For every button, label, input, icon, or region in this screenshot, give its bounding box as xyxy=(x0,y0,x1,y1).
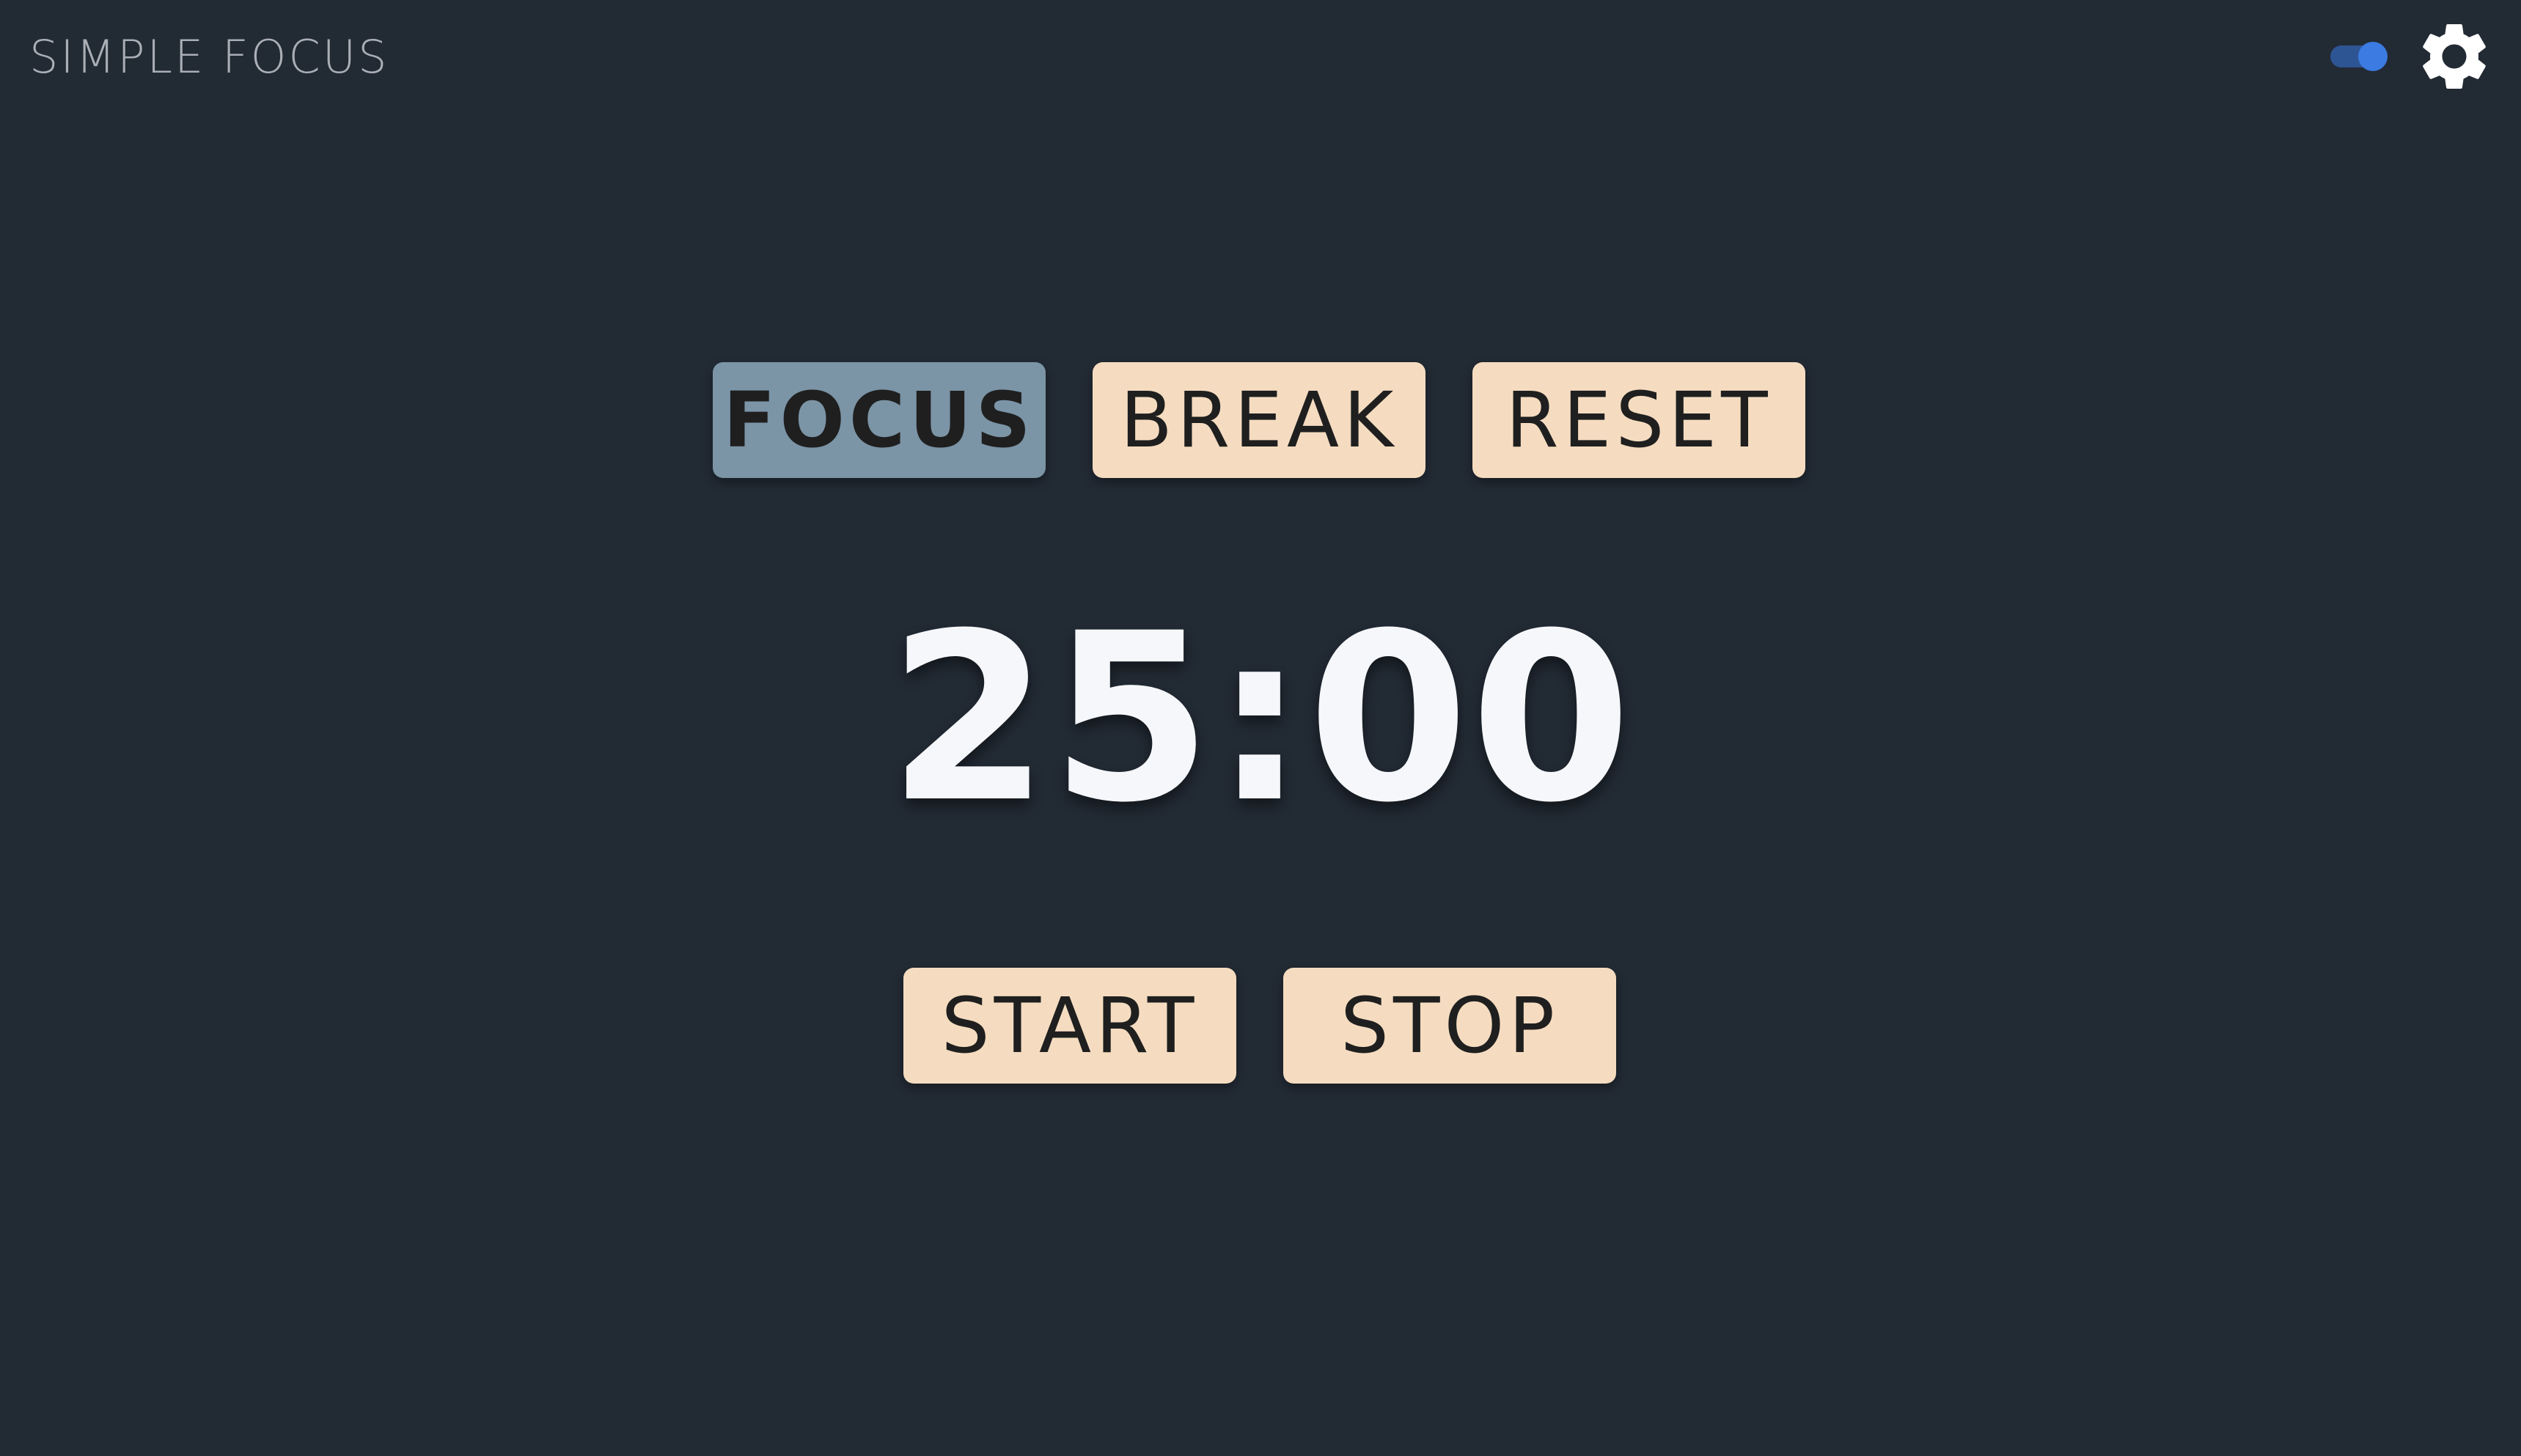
start-button[interactable]: START xyxy=(903,968,1236,1084)
theme-toggle[interactable] xyxy=(2330,42,2388,71)
timer-display: 25:00 xyxy=(888,584,1633,853)
stop-button[interactable]: STOP xyxy=(1283,968,1616,1084)
timer-controls: START STOP xyxy=(903,968,1616,1084)
break-button[interactable]: BREAK xyxy=(1093,362,1425,478)
app-title: SIMPLE FOCUS xyxy=(29,30,389,84)
gear-icon[interactable] xyxy=(2414,16,2495,97)
reset-button[interactable]: RESET xyxy=(1472,362,1805,478)
toggle-knob xyxy=(2358,42,2388,71)
mode-selector: FOCUS BREAK RESET xyxy=(713,362,1805,478)
focus-button[interactable]: FOCUS xyxy=(713,362,1046,478)
topbar-controls xyxy=(2330,16,2495,97)
